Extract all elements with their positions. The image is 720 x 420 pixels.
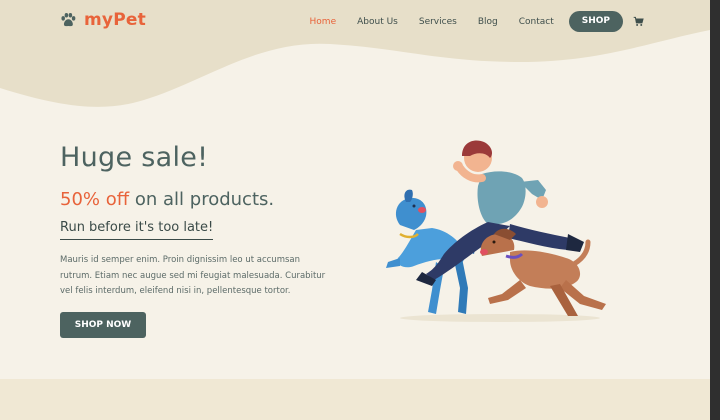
page: myPet Home About Us Services Blog Contac…	[0, 0, 710, 420]
nav-item-about-us[interactable]: About Us	[357, 12, 398, 32]
brand-name: myPet	[84, 10, 146, 30]
hero-offer: 50% off on all products.	[60, 189, 274, 210]
offer-accent: 50% off	[60, 189, 130, 210]
cart-icon[interactable]	[633, 16, 644, 27]
main-nav: Home About Us Services Blog Contact SHOP	[289, 11, 644, 32]
scrollbar[interactable]	[710, 0, 720, 420]
hero-headline: Huge sale!	[60, 142, 209, 173]
nav-item-home[interactable]: Home	[310, 12, 337, 32]
brand-logo[interactable]: myPet	[60, 10, 146, 30]
paw-icon	[61, 12, 76, 27]
shop-now-button[interactable]: SHOP NOW	[60, 312, 146, 338]
hero-description: Mauris id semper enim. Proin dignissim l…	[60, 255, 326, 296]
shop-button[interactable]: SHOP	[568, 11, 623, 32]
nav-item-contact[interactable]: Contact	[519, 12, 554, 32]
hero-tagline: Run before it's too late!	[60, 220, 214, 240]
running-dogs-illustration	[386, 140, 606, 322]
nav-item-services[interactable]: Services	[419, 12, 457, 32]
offer-rest: on all products.	[129, 189, 275, 210]
nav-item-blog[interactable]: Blog	[478, 12, 498, 32]
next-section-band	[0, 379, 710, 420]
